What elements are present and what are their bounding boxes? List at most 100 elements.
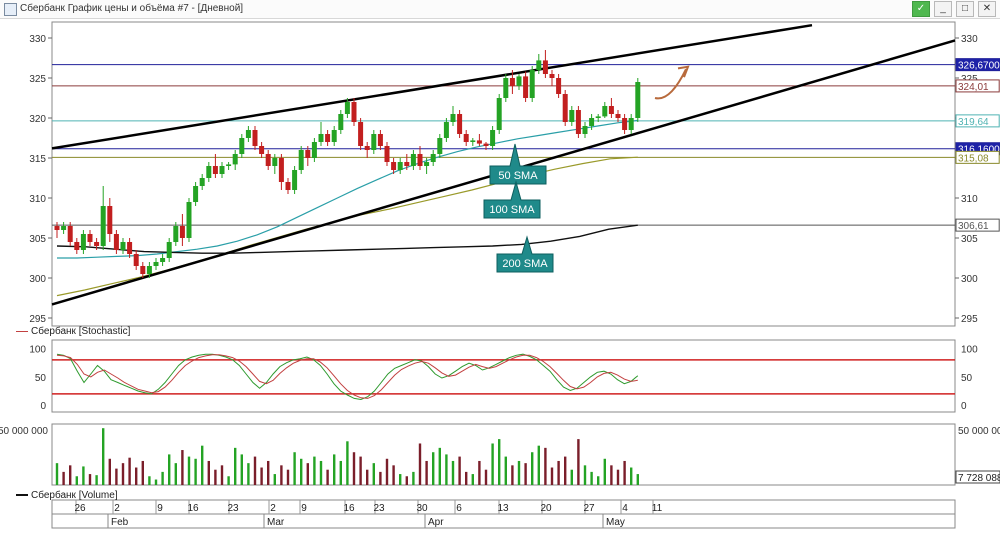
candle-body [595,116,601,118]
time-tick-label: 2 [270,503,276,514]
candle-body [622,118,628,130]
candle-body [437,138,443,154]
candle-body [252,130,258,146]
candle-body [107,206,113,234]
volume-bar [392,465,395,485]
candle-body [490,130,496,146]
volume-bar [88,474,92,485]
volume-bar [326,469,329,485]
candle-body [529,70,535,98]
time-tick-label: 26 [74,503,86,514]
candle-body [476,140,482,144]
volume-bar [623,460,626,485]
time-tick-label: 9 [301,503,307,514]
maximize-button[interactable]: □ [956,1,974,17]
volume-bar [544,447,547,485]
minimize-button[interactable]: _ [934,1,952,17]
window-controls: ✓ _ □ ✕ [912,1,996,17]
price-tick-label: 295 [29,314,46,325]
volume-tick-label-right: 50 000 000 [958,426,1000,437]
candle-body [87,234,93,242]
price-tick-label: 300 [29,274,46,285]
volume-bar [300,458,303,485]
candle-body [265,154,271,166]
volume-bar [135,467,138,485]
volume-bar [220,465,224,485]
candle-body [608,106,614,114]
volume-bar [418,443,422,485]
volume-legend-swatch [16,494,28,497]
volume-bar [181,450,184,485]
price-tick-label: 305 [29,234,46,245]
close-button[interactable]: ✕ [978,1,996,17]
time-tick-label: 30 [416,503,428,514]
volume-bar [385,458,389,485]
time-tick-label: 13 [497,503,509,514]
candle-body [364,146,370,150]
stochastic-plot-area [51,339,956,413]
app-icon [4,3,17,16]
volume-bar [498,439,501,485]
level-label: 326,67000 [958,61,1000,72]
volume-bar [333,454,336,485]
candle-body [457,114,463,134]
volume-bar [267,460,270,485]
volume-bar [55,463,59,485]
volume-bar [405,476,408,485]
volume-bar [313,456,316,485]
volume-bar [207,460,210,485]
volume-bar [293,452,296,485]
candle-body [615,114,621,118]
volume-bar [372,463,375,485]
volume-bar [148,476,151,485]
volume-legend-text: Сбербанк [Volume] [31,490,118,501]
volume-bar [465,471,468,485]
volume-bar [121,463,125,485]
volume-bar [412,471,415,485]
window-title: Сбербанк График цены и объёма #7 - [Днев… [20,3,244,14]
volume-bar [425,460,428,485]
candle-body [404,162,410,166]
volume-bar [253,456,257,485]
stochastic-tick-label: 50 [35,373,47,384]
volume-bar [399,474,402,485]
volume-bar [62,471,65,485]
volume-bar [511,465,514,485]
volume-bar [352,452,356,485]
candle-body [358,122,364,146]
candle-body [470,140,476,142]
candle-body [589,118,595,126]
volume-bar [187,456,191,485]
time-tick-label: 23 [227,503,239,514]
candle-body [298,150,304,170]
volume-bar [616,469,620,485]
stochastic-legend-swatch [16,330,28,332]
candle-body [232,154,238,165]
volume-bar [168,454,171,485]
volume-bar [108,458,111,485]
candle-body [206,166,212,178]
candle-body [245,130,251,138]
volume-bar [531,452,534,485]
candle-body [483,143,489,146]
candle-body [523,76,529,98]
price-tick-label-right: 330 [961,34,978,45]
price-tick-label: 330 [29,34,46,45]
time-tick-label: 11 [652,503,663,514]
volume-bar [432,452,435,485]
volume-bar [69,465,72,485]
candle-body [318,134,324,142]
time-axis: 26 2 9 16 23 2 9 16 23 30 6 13 20 27 4 11 Feb Mar Apr May [51,499,956,529]
time-tick-label: 2 [114,503,120,514]
stochastic-tick-label: 100 [29,345,46,356]
check-button[interactable]: ✓ [912,1,930,17]
time-tick-label: 20 [540,503,552,514]
volume-bar [286,469,290,485]
level-label: 324,01 [958,82,989,93]
price-tick-label-right: 295 [961,314,978,325]
volume-bar [471,474,474,485]
volume-bar [438,447,441,485]
candle-body [199,178,205,186]
candle-body [331,130,337,142]
volume-bar [491,443,494,485]
